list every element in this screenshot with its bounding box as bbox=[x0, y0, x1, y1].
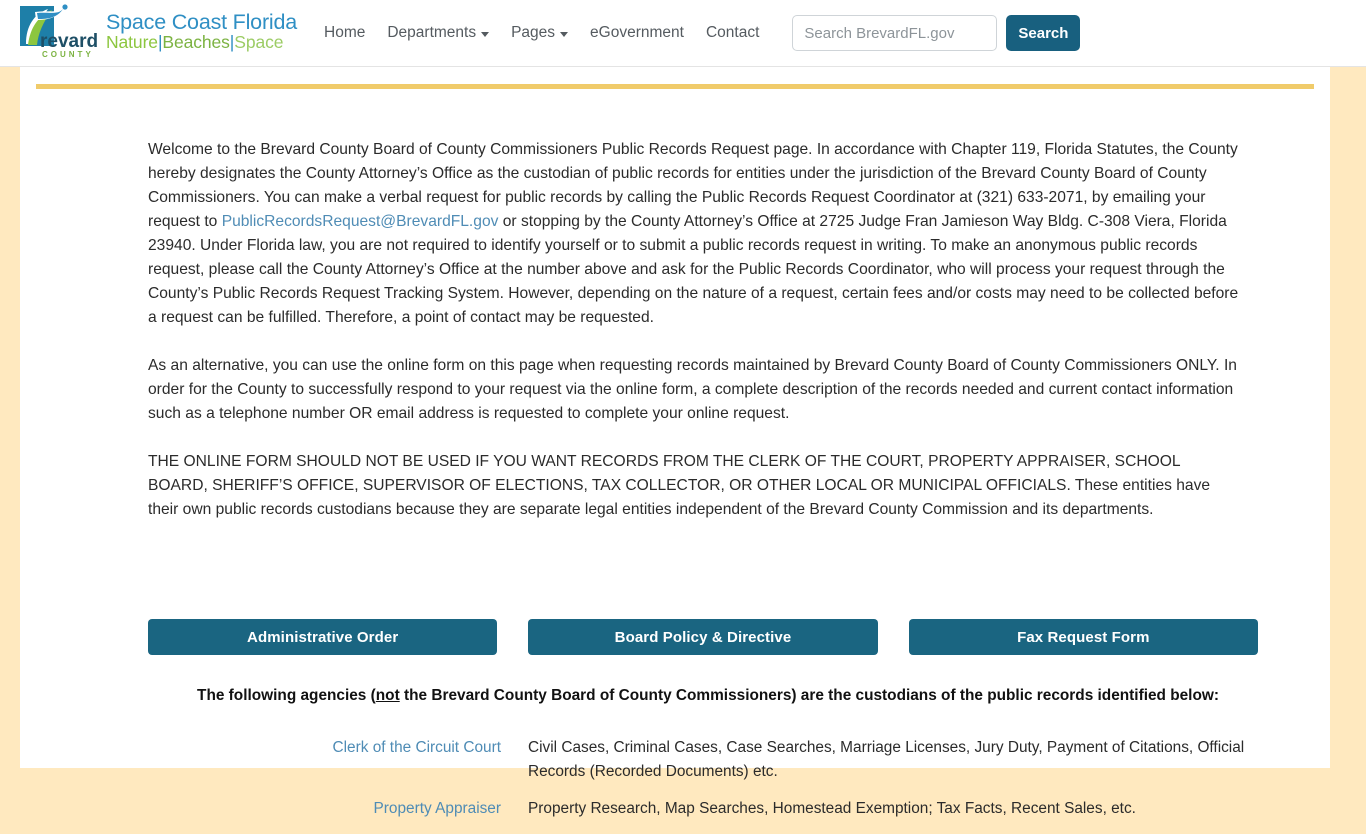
agencies-table: Clerk of the Circuit Court Civil Cases, … bbox=[168, 736, 1259, 834]
chevron-down-icon bbox=[560, 31, 569, 37]
agencies-heading: The following agencies (not the Brevard … bbox=[168, 685, 1248, 707]
fax-request-form-button[interactable]: Fax Request Form bbox=[908, 619, 1258, 655]
brand-tagline-line2: Nature|Beaches|Space bbox=[106, 32, 297, 53]
agency-name-cell: Property Appraiser bbox=[168, 797, 528, 834]
site-brand[interactable]: revard COUNTY Space Coast Florida Nature… bbox=[18, 4, 297, 62]
table-row: Clerk of the Circuit Court Civil Cases, … bbox=[168, 736, 1259, 797]
agency-name-cell: Clerk of the Circuit Court bbox=[168, 736, 528, 797]
search-button[interactable]: Search bbox=[1006, 15, 1081, 51]
page-background: Welcome to the Brevard County Board of C… bbox=[0, 55, 1366, 817]
brevard-county-logo-icon: revard COUNTY bbox=[18, 4, 100, 62]
board-policy-directive-button[interactable]: Board Policy & Directive bbox=[528, 619, 878, 655]
nav-item-pages-label: Pages bbox=[511, 24, 556, 41]
public-records-email-link[interactable]: PublicRecordsRequest@BrevardFL.gov bbox=[222, 213, 499, 230]
tagline-beaches: Beaches bbox=[162, 32, 230, 53]
svg-text:COUNTY: COUNTY bbox=[42, 50, 94, 59]
main-navigation: Home Departments Pages eGovernment Conta… bbox=[313, 16, 770, 50]
search-input[interactable] bbox=[792, 15, 998, 51]
agencies-heading-part-1: The following agencies ( bbox=[197, 687, 376, 704]
nav-item-egovernment[interactable]: eGovernment bbox=[579, 16, 695, 50]
chevron-down-icon bbox=[481, 31, 490, 37]
tagline-space: Space bbox=[234, 32, 284, 53]
agency-link-property-appraiser[interactable]: Property Appraiser bbox=[374, 800, 501, 817]
site-header: revard COUNTY Space Coast Florida Nature… bbox=[0, 0, 1366, 67]
nav-item-contact-label: Contact bbox=[705, 24, 760, 41]
table-row: Property Appraiser Property Research, Ma… bbox=[168, 797, 1259, 834]
notice-paragraph: THE ONLINE FORM SHOULD NOT BE USED IF YO… bbox=[148, 453, 1211, 518]
nav-item-departments[interactable]: Departments bbox=[376, 16, 500, 50]
agency-records-cell: Property Research, Map Searches, Homeste… bbox=[528, 800, 1136, 817]
agency-link-clerk-of-the-circuit-court[interactable]: Clerk of the Circuit Court bbox=[333, 739, 502, 756]
nav-item-home-label: Home bbox=[324, 24, 366, 41]
agencies-heading-not: not bbox=[375, 687, 400, 704]
agency-records-cell: Civil Cases, Criminal Cases, Case Search… bbox=[528, 739, 1245, 780]
content-card: Welcome to the Brevard County Board of C… bbox=[20, 55, 1330, 817]
brand-tagline-line1: Space Coast Florida bbox=[106, 10, 297, 35]
brand-tagline: Space Coast Florida Nature|Beaches|Space bbox=[106, 10, 297, 54]
document-buttons-row: Administrative Order Board Policy & Dire… bbox=[148, 619, 1258, 655]
nav-item-contact[interactable]: Contact bbox=[695, 16, 770, 50]
svg-text:revard: revard bbox=[40, 31, 98, 52]
nav-item-egovernment-label: eGovernment bbox=[590, 24, 684, 41]
agencies-heading-part-2: the Brevard County Board of County Commi… bbox=[399, 687, 1219, 704]
nav-item-pages[interactable]: Pages bbox=[500, 16, 579, 50]
intro-paragraph: Welcome to the Brevard County Board of C… bbox=[148, 138, 1239, 330]
site-search: Search bbox=[792, 15, 1081, 51]
gold-divider bbox=[36, 84, 1314, 89]
administrative-order-button[interactable]: Administrative Order bbox=[148, 619, 498, 655]
nav-item-home[interactable]: Home bbox=[313, 16, 376, 50]
nav-item-departments-label: Departments bbox=[387, 24, 477, 41]
tagline-nature: Nature bbox=[106, 32, 158, 53]
alternative-paragraph: As an alternative, you can use the onlin… bbox=[148, 357, 1237, 422]
page-content: Welcome to the Brevard County Board of C… bbox=[148, 138, 1258, 817]
